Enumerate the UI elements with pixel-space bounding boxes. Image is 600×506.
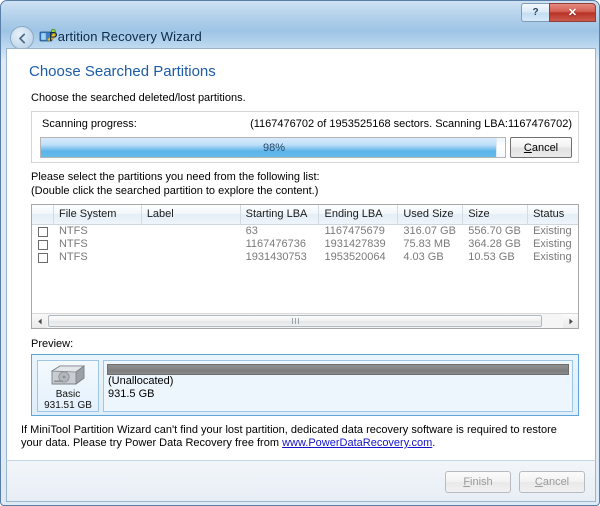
cell-starting-lba: 1931430753 [245,251,307,263]
column-header-starting-lba[interactable]: Starting LBA [241,205,320,224]
scroll-right-arrow-icon[interactable] [563,314,578,328]
note-text-after: . [432,437,436,449]
progress-label: Scanning progress: [42,118,137,130]
preview-label: Preview: [31,338,74,350]
back-button[interactable] [10,26,34,50]
disk-summary[interactable]: Basic 931.51 GB [37,360,99,412]
window-title: Partition Recovery Wizard [49,29,202,44]
partition-list[interactable]: File System Label Starting LBA Ending LBA Us… [31,204,579,329]
power-data-recovery-link[interactable]: www.PowerDataRecovery.com [282,437,432,449]
row-checkbox[interactable] [32,251,54,264]
progress-percent-label: 98% [262,142,286,154]
cell-ending-lba: 1931427839 [324,238,386,250]
finish-accel: F [463,476,471,488]
help-icon: ? [532,7,539,18]
horizontal-scrollbar[interactable] [32,313,578,328]
cell-status: Existing [533,251,572,263]
cell-label [142,225,241,238]
column-header-status[interactable]: Status [528,205,578,224]
row-checkbox[interactable] [32,238,54,251]
partition-size: 931.5 GB [108,388,155,400]
disk-type: Basic [55,389,81,400]
progress-cancel-button[interactable]: Cancel [510,137,572,158]
cancel-label: ancel [542,476,570,488]
progress-row: 98% Cancel [40,137,572,159]
column-header-label[interactable]: Label [142,205,241,224]
table-row[interactable]: NTFS 1167476736 1931427839 75.83 MB 364.28 G… [32,238,578,251]
title-bar: ? ✕ Partition Recovery Wizard [1,1,599,50]
progress-bar: 98% [40,137,506,158]
dialog-footer: Finish Cancel [6,460,596,502]
cell-used-size: 316.07 GB [403,225,456,237]
table-row[interactable]: NTFS 63 1167475679 316.07 GB 556.70 GB Existi… [32,225,578,238]
cell-starting-lba: 1167476736 [245,238,306,250]
scroll-left-arrow-icon[interactable] [32,314,47,328]
close-icon: ✕ [567,7,578,19]
cell-ending-lba: 1953520064 [324,251,386,263]
cell-starting-lba: 63 [245,225,258,237]
cancel-accel: C [534,476,543,488]
cell-size: 364.28 GB [468,238,521,250]
page-title: Choose Searched Partitions [29,63,216,80]
cell-ending-lba: 1167475679 [324,225,385,237]
unallocated-bar [107,364,569,375]
partition-name: (Unallocated) [108,375,174,387]
table-row[interactable]: NTFS 1931430753 1953520064 4.03 GB 10.53 GB E… [32,251,578,264]
cell-size: 556.70 GB [468,225,521,237]
progress-cancel-label: ancel [531,141,559,154]
progress-cancel-accel: C [523,141,532,154]
cell-used-size: 75.83 MB [403,238,451,250]
cell-size: 10.53 GB [468,251,515,263]
application-window: ? ✕ Partition Recovery Wizard Choose Sea… [0,0,600,506]
finish-label: inish [470,476,493,488]
cancel-button[interactable]: Cancel [519,471,585,493]
client-area: Choose Searched Partitions Choose the se… [6,48,596,460]
column-header-size[interactable]: Size [463,205,529,224]
preview-partition[interactable]: (Unallocated) 931.5 GB [103,360,573,412]
window-controls: ? ✕ [521,3,596,23]
cell-file-system: NTFS [58,238,88,250]
column-header-file-system[interactable]: File System [54,205,142,224]
column-header-ending-lba[interactable]: Ending LBA [319,205,399,224]
list-instruction-line1: Please select the partitions you need fr… [31,171,320,183]
cell-status: Existing [533,225,572,237]
column-header-used-size[interactable]: Used Size [398,205,464,224]
close-button[interactable]: ✕ [549,3,596,22]
scrollbar-thumb[interactable] [48,315,542,327]
cell-file-system: NTFS [58,251,88,263]
finish-button[interactable]: Finish [445,471,511,493]
back-arrow-icon [18,33,25,43]
hard-disk-icon [50,365,86,385]
preview-panel: Basic 931.51 GB (Unallocated) 931.5 GB [31,354,579,416]
cell-status: Existing [533,238,572,250]
scrollbar-track[interactable] [47,314,563,328]
checkbox-icon[interactable] [37,239,48,250]
recovery-note: If MiniTool Partition Wizard can't find … [21,424,581,450]
progress-stats: (1167476702 of 1953525168 sectors. Scann… [250,118,572,130]
cell-label [142,238,241,251]
help-button[interactable]: ? [521,3,549,22]
cell-file-system: NTFS [58,225,88,237]
checkbox-icon[interactable] [37,226,48,237]
page-subtitle: Choose the searched deleted/lost partiti… [31,92,246,104]
partition-list-body: NTFS 63 1167475679 316.07 GB 556.70 GB Existi… [32,225,578,264]
cell-used-size: 4.03 GB [403,251,444,263]
row-checkbox[interactable] [32,225,54,238]
scrollbar-grip-icon [291,318,299,324]
cell-label [142,251,241,264]
checkbox-icon[interactable] [37,252,48,263]
list-instruction-line2: (Double click the searched partition to … [31,185,319,197]
scanning-progress-group: Scanning progress: (1167476702 of 195352… [31,111,579,163]
partition-list-header: File System Label Starting LBA Ending LBA Us… [32,205,578,225]
disk-capacity: 931.51 GB [44,400,92,411]
column-header-checkbox[interactable] [32,205,54,224]
